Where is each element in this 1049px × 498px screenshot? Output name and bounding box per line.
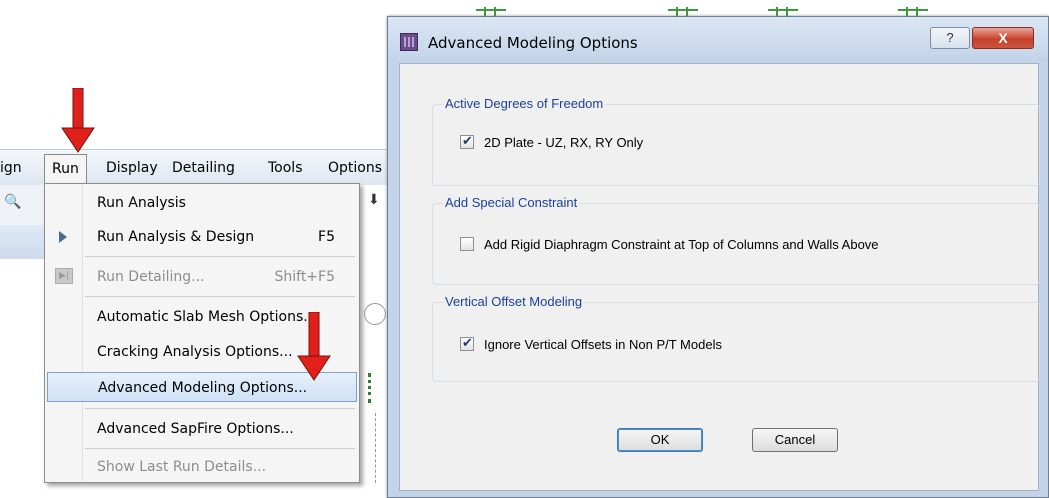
menu-item-advanced-sapfire-options[interactable]: Advanced SapFire Options...: [47, 414, 357, 444]
menu-separator: [85, 408, 355, 409]
menu-detailing[interactable]: Detailing: [172, 160, 235, 176]
grid-bubble-icon: [364, 303, 386, 325]
menu-tools[interactable]: Tools: [268, 160, 303, 176]
menu-item-label: Advanced SapFire Options...: [97, 421, 294, 437]
help-button[interactable]: ?: [930, 27, 970, 49]
menu-item-label: Show Last Run Details...: [97, 459, 267, 475]
checkbox-rigid-diaphragm[interactable]: [460, 237, 474, 251]
group-title: Active Degrees of Freedom: [443, 96, 606, 111]
menu-item-shortcut: Shift+F5: [274, 269, 335, 285]
menu-item-run-analysis[interactable]: Run Analysis: [47, 188, 357, 218]
menu-separator: [85, 256, 355, 257]
menu-item-run-detailing: ▶| Run Detailing... Shift+F5: [47, 262, 357, 292]
menu-display[interactable]: Display: [106, 160, 158, 176]
app-icon: [400, 33, 418, 51]
dashed-grid-line: [375, 413, 376, 483]
dialog-title-bar[interactable]: Advanced Modeling Options ? X: [388, 17, 1048, 57]
group-title: Vertical Offset Modeling: [443, 294, 585, 309]
background-canvas-edge: ⬇: [360, 183, 390, 483]
group-title: Add Special Constraint: [443, 195, 580, 210]
ok-button[interactable]: OK: [617, 428, 703, 452]
menu-item-label: Cracking Analysis Options...: [97, 344, 293, 360]
checkbox-label: 2D Plate - UZ, RX, RY Only: [484, 135, 644, 150]
download-icon: ⬇: [368, 191, 380, 207]
group-add-special-constraint: Add Special Constraint Add Rigid Diaphra…: [432, 195, 1040, 285]
group-vertical-offset-modeling: Vertical Offset Modeling Ignore Vertical…: [432, 294, 1040, 382]
menu-bar: ign Run Display Detailing Tools Options: [0, 149, 388, 186]
play-icon: [59, 231, 67, 243]
advanced-modeling-options-dialog: Advanced Modeling Options ? X Active Deg…: [387, 7, 1049, 498]
menu-item-label: Run Detailing...: [97, 269, 205, 285]
menu-item-label: Run Analysis & Design: [97, 229, 255, 245]
menu-item-run-analysis-design[interactable]: Run Analysis & Design F5: [47, 222, 357, 252]
arrow-to-advanced-modeling-icon: [297, 312, 331, 381]
grid-line-marker: [368, 373, 382, 403]
checkbox-label: Ignore Vertical Offsets in Non P/T Model…: [484, 337, 722, 352]
close-button[interactable]: X: [972, 27, 1034, 49]
menu-item-label: Run Analysis: [97, 195, 186, 211]
group-active-degrees-of-freedom: Active Degrees of Freedom 2D Plate - UZ,…: [432, 96, 1040, 186]
menu-separator: [85, 296, 355, 297]
menu-separator: [85, 448, 355, 449]
run-detailing-icon: ▶|: [55, 268, 73, 284]
menu-item-show-last-run-details: Show Last Run Details...: [47, 452, 357, 482]
dialog-title: Advanced Modeling Options: [428, 34, 638, 52]
toolbar-background: [0, 225, 48, 259]
menu-run[interactable]: Run: [44, 154, 87, 186]
checkbox-label: Add Rigid Diaphragm Constraint at Top of…: [484, 237, 879, 252]
menu-item-shortcut: F5: [318, 229, 335, 245]
checkbox-2d-plate[interactable]: [460, 133, 474, 149]
menu-item-label: Automatic Slab Mesh Options...: [97, 309, 317, 325]
menu-item-label: Advanced Modeling Options...: [98, 380, 308, 396]
zoom-icon[interactable]: 🔍: [4, 193, 21, 210]
cancel-button[interactable]: Cancel: [752, 428, 838, 452]
menu-design[interactable]: ign: [0, 160, 22, 176]
menu-options[interactable]: Options: [328, 160, 382, 176]
toolbar-strip: 🔍: [0, 185, 48, 225]
checkbox-ignore-vertical-offsets[interactable]: [460, 335, 474, 351]
dialog-client-area: Active Degrees of Freedom 2D Plate - UZ,…: [399, 63, 1040, 491]
arrow-to-run-menu-icon: [61, 88, 95, 153]
